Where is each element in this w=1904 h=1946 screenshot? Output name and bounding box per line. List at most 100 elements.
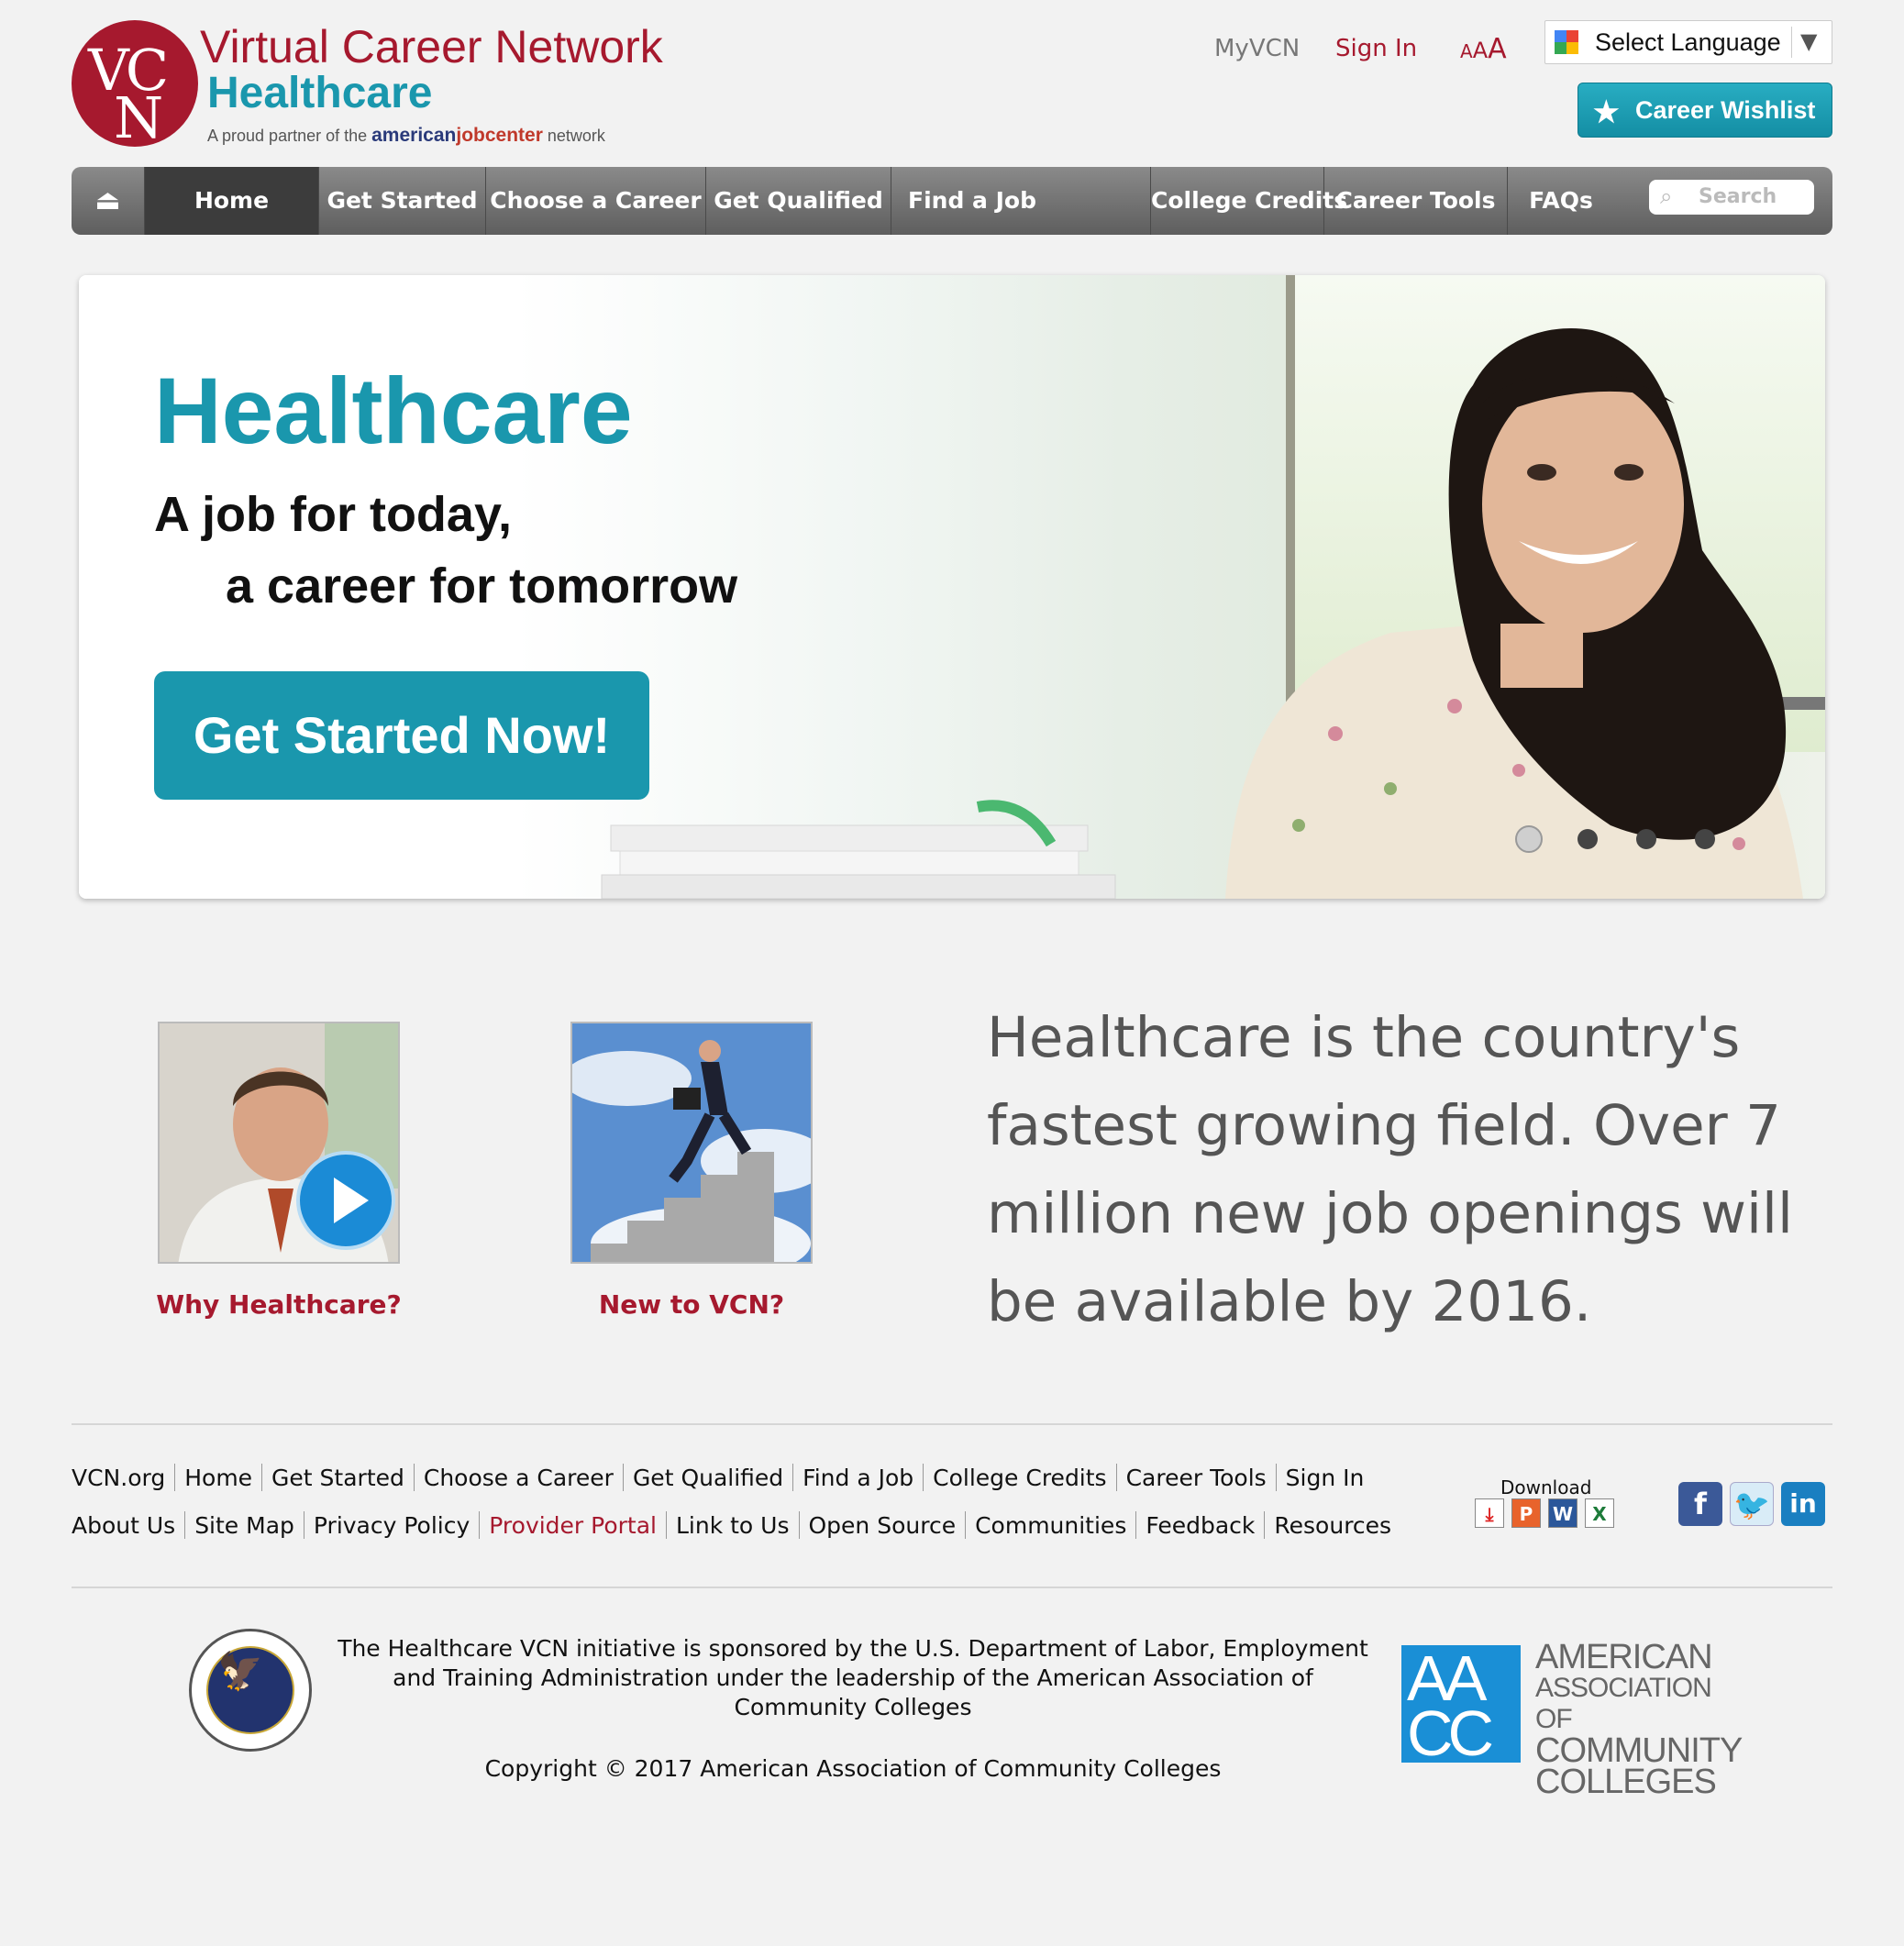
vcn-logo-mark: VC N bbox=[72, 20, 198, 151]
search-placeholder: Search bbox=[1699, 185, 1777, 208]
career-wishlist-button[interactable]: ★ Career Wishlist bbox=[1577, 83, 1832, 138]
footer-link-communities[interactable]: Communities bbox=[975, 1512, 1126, 1539]
footer-link-vcn-org[interactable]: VCN.org bbox=[72, 1465, 165, 1491]
footer-link-career-tools[interactable]: Career Tools bbox=[1126, 1465, 1267, 1491]
divider bbox=[184, 1511, 186, 1539]
businessman-stairs-image bbox=[572, 1023, 811, 1262]
footer-link-provider-portal[interactable]: Provider Portal bbox=[489, 1512, 657, 1539]
footer-link-feedback[interactable]: Feedback bbox=[1146, 1512, 1255, 1539]
career-wishlist-label: Career Wishlist bbox=[1635, 96, 1816, 124]
powerpoint-icon[interactable]: P bbox=[1511, 1498, 1541, 1528]
main-nav: ⏏ Home Get Started Choose a Career Get Q… bbox=[72, 167, 1832, 235]
why-healthcare-link[interactable]: Why Healthcare? bbox=[95, 1289, 462, 1320]
sponsor-statement: The Healthcare VCN initiative is sponsor… bbox=[338, 1635, 1368, 1720]
aacc-logo-mark: AA CC bbox=[1401, 1642, 1521, 1769]
logo-mark-bottom: N bbox=[114, 84, 164, 151]
nav-home[interactable]: Home bbox=[145, 167, 319, 235]
facebook-icon[interactable]: f bbox=[1678, 1482, 1722, 1526]
footer-link-link-to-us[interactable]: Link to Us bbox=[676, 1512, 790, 1539]
aacc-line-3: COMMUNITY bbox=[1535, 1731, 1743, 1770]
footer-link-sign-in[interactable]: Sign In bbox=[1286, 1465, 1365, 1491]
divider bbox=[1135, 1511, 1137, 1539]
divider bbox=[1275, 1464, 1277, 1491]
linkedin-icon[interactable]: in bbox=[1781, 1482, 1825, 1526]
copyright-text: Copyright © 2017 American Association of… bbox=[484, 1755, 1222, 1782]
hero-title: Healthcare bbox=[154, 359, 633, 463]
footer-link-home[interactable]: Home bbox=[184, 1465, 252, 1491]
text-size-large[interactable]: A bbox=[1488, 33, 1507, 65]
footer-link-resources[interactable]: Resources bbox=[1274, 1512, 1391, 1539]
new-to-vcn-thumbnail[interactable] bbox=[570, 1022, 813, 1264]
footer-link-about-us[interactable]: About Us bbox=[72, 1512, 175, 1539]
aacc-line-2: ASSOCIATION OF bbox=[1535, 1673, 1712, 1734]
divider bbox=[174, 1464, 176, 1491]
google-translate-icon bbox=[1555, 30, 1578, 54]
hero-tagline-1: A job for today, bbox=[154, 487, 512, 542]
myvcn-link[interactable]: MyVCN bbox=[1214, 35, 1300, 62]
twitter-icon[interactable]: 🐦 bbox=[1730, 1482, 1774, 1526]
search-input[interactable]: ⌕ Search bbox=[1649, 180, 1814, 215]
carousel-dot-4[interactable] bbox=[1695, 829, 1715, 849]
star-icon: ★ bbox=[1593, 95, 1620, 128]
get-started-now-button[interactable]: Get Started Now! bbox=[154, 671, 649, 800]
logo-title: Virtual Career Network bbox=[200, 21, 663, 72]
language-select-label: Select Language bbox=[1595, 28, 1781, 56]
why-healthcare-video-thumbnail[interactable] bbox=[158, 1022, 400, 1264]
aacc-line-4: COLLEGES bbox=[1535, 1763, 1717, 1801]
footer-link-site-map[interactable]: Site Map bbox=[194, 1512, 294, 1539]
excel-icon[interactable]: X bbox=[1585, 1498, 1614, 1528]
language-select-divider bbox=[1791, 27, 1792, 58]
nav-career-tools[interactable]: Career Tools bbox=[1324, 167, 1508, 235]
hero-woman-image bbox=[1225, 328, 1803, 899]
text-size-medium[interactable]: A bbox=[1473, 38, 1488, 63]
footer-link-college-credits[interactable]: College Credits bbox=[933, 1465, 1106, 1491]
footer-link-find-a-job[interactable]: Find a Job bbox=[803, 1465, 913, 1491]
pdf-icon[interactable]: ⤓ bbox=[1475, 1498, 1504, 1528]
carousel-dot-2[interactable] bbox=[1577, 829, 1598, 849]
footer-link-open-source[interactable]: Open Source bbox=[809, 1512, 957, 1539]
nav-find-a-job[interactable]: Find a Job bbox=[891, 167, 1038, 235]
footer-link-privacy-policy[interactable]: Privacy Policy bbox=[314, 1512, 470, 1539]
footer-links-row-1: VCN.org Home Get Started Choose a Career Get… bbox=[72, 1464, 1364, 1491]
aacc-logo-text: AMERICAN ASSOCIATION OF COMMUNITY COLLEG… bbox=[1535, 1638, 1743, 1801]
footer-link-choose-a-career[interactable]: Choose a Career bbox=[424, 1465, 614, 1491]
divider bbox=[923, 1464, 924, 1491]
site-logo[interactable]: VC N Virtual Career Network Healthcare A… bbox=[72, 18, 663, 156]
divider bbox=[1115, 1464, 1117, 1491]
nav-college-credits[interactable]: College Credits bbox=[1150, 167, 1347, 235]
partner-prefix: A proud partner of the bbox=[207, 127, 372, 145]
nav-get-qualified[interactable]: Get Qualified bbox=[706, 167, 891, 235]
aacc-line-1: AMERICAN bbox=[1535, 1638, 1713, 1676]
eagle-icon: 🦅 bbox=[217, 1651, 263, 1693]
divider bbox=[665, 1511, 667, 1539]
home-icon[interactable]: ⏏ bbox=[72, 167, 145, 235]
nav-choose-a-career[interactable]: Choose a Career bbox=[486, 167, 706, 235]
new-to-vcn-link[interactable]: New to VCN? bbox=[508, 1289, 875, 1320]
play-icon[interactable] bbox=[295, 1150, 396, 1251]
footer-links-row-2: About Us Site Map Privacy Policy Provider P… bbox=[72, 1511, 1391, 1539]
divider bbox=[1264, 1511, 1266, 1539]
logo-subtitle: Healthcare bbox=[207, 69, 433, 117]
footer-link-get-qualified[interactable]: Get Qualified bbox=[633, 1465, 783, 1491]
language-select[interactable]: Select Language ▼ bbox=[1544, 20, 1832, 64]
word-icon[interactable]: W bbox=[1548, 1498, 1577, 1528]
carousel-dot-1[interactable] bbox=[1515, 825, 1543, 853]
sign-in-link[interactable]: Sign In bbox=[1335, 35, 1417, 62]
nav-faqs[interactable]: FAQs bbox=[1508, 167, 1614, 235]
divider bbox=[792, 1464, 794, 1491]
hero-carousel[interactable]: Healthcare A job for today, a career for… bbox=[79, 275, 1825, 899]
partner-jobcenter: jobcenter bbox=[456, 125, 543, 146]
download-label: Download bbox=[1500, 1476, 1592, 1498]
department-of-labor-seal: 🦅 bbox=[189, 1629, 312, 1752]
footer-link-get-started[interactable]: Get Started bbox=[271, 1465, 404, 1491]
divider bbox=[261, 1464, 263, 1491]
hero-tagline-2: a career for tomorrow bbox=[226, 558, 738, 614]
divider bbox=[798, 1511, 800, 1539]
carousel-dot-3[interactable] bbox=[1636, 829, 1656, 849]
aacc-logo[interactable]: AA CC AMERICAN ASSOCIATION OF COMMUNITY … bbox=[1401, 1640, 1743, 1799]
text-size-controls[interactable]: AAA bbox=[1460, 33, 1507, 65]
partner-american: american bbox=[371, 125, 457, 146]
nav-get-started[interactable]: Get Started bbox=[319, 167, 486, 235]
divider bbox=[413, 1464, 415, 1491]
text-size-small[interactable]: A bbox=[1460, 40, 1473, 62]
